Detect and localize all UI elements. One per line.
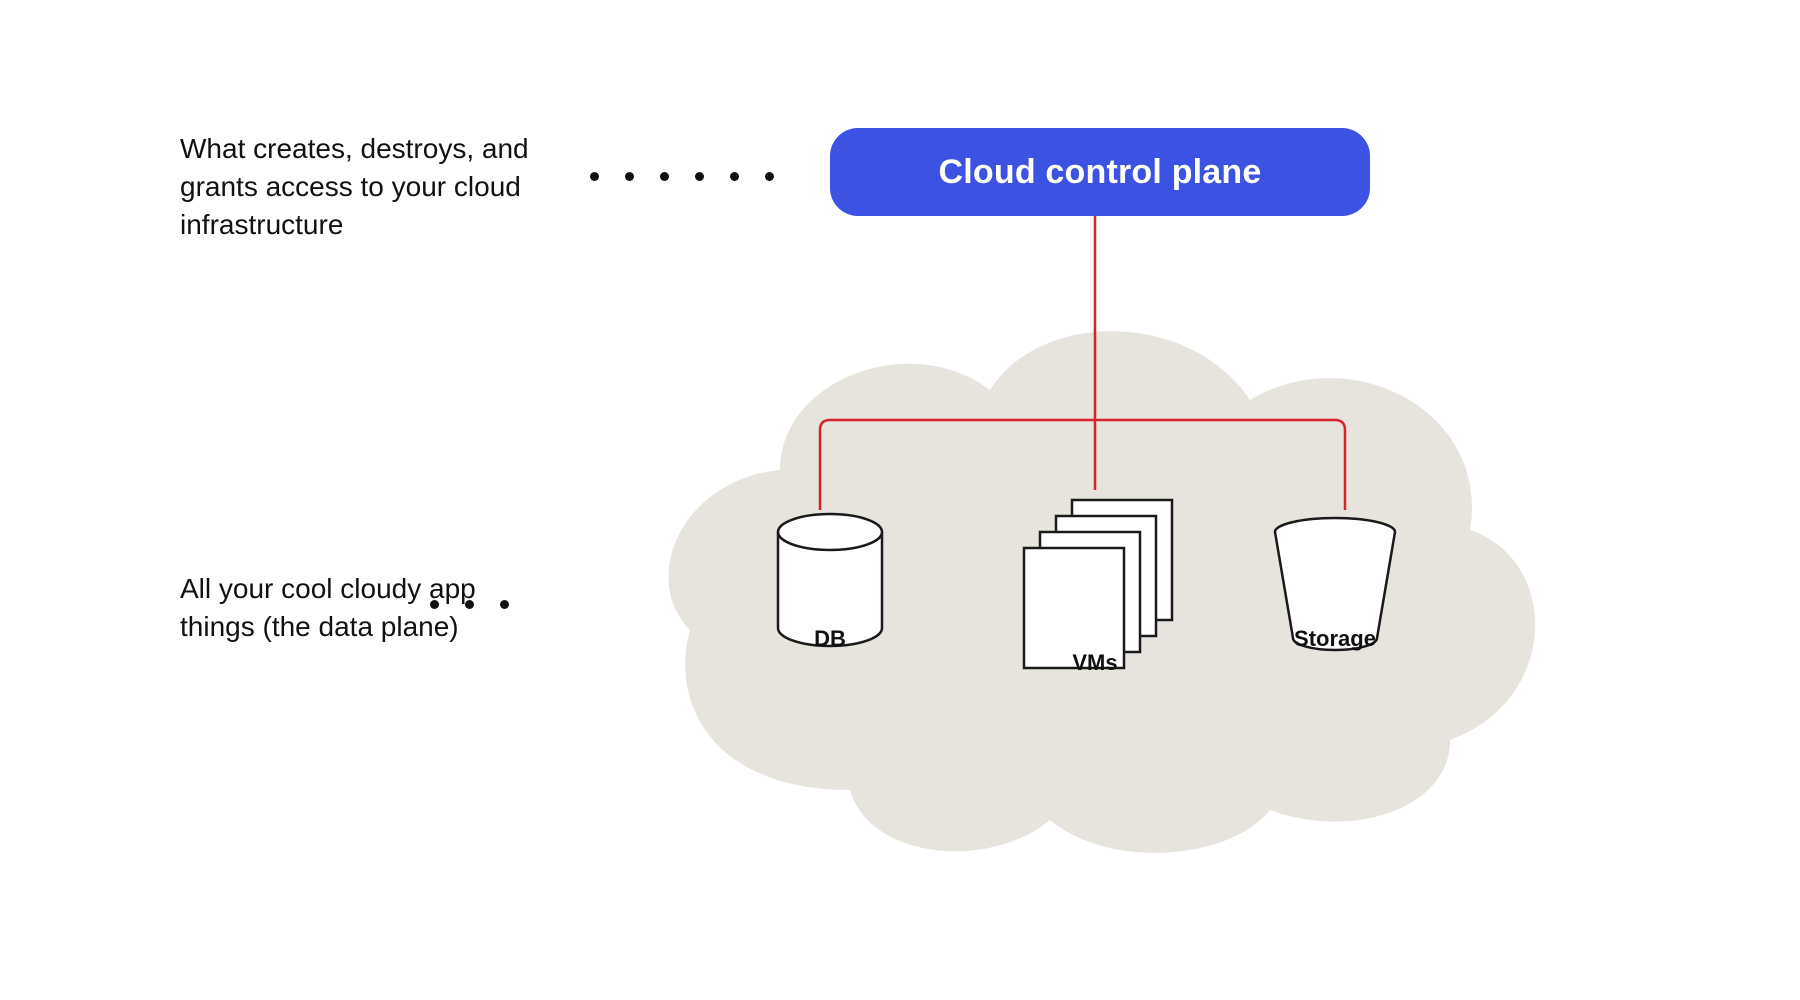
cloud-control-plane-title: Cloud control plane [938, 153, 1261, 192]
storage-resource: Storage [1260, 510, 1410, 670]
diagram-canvas: What creates, destroys, and grants acces… [0, 0, 1800, 1000]
storage-label: Storage [1260, 626, 1410, 652]
dotted-connector-top [590, 172, 774, 181]
vms-icon [1000, 490, 1190, 670]
vms-resource: VMs [1000, 490, 1190, 670]
db-resource: DB [760, 510, 900, 670]
dotted-connector-bottom [430, 600, 509, 609]
cloud-control-plane-box: Cloud control plane [830, 128, 1370, 216]
control-plane-description: What creates, destroys, and grants acces… [180, 130, 540, 243]
vms-label: VMs [1000, 650, 1190, 676]
db-label: DB [760, 626, 900, 652]
